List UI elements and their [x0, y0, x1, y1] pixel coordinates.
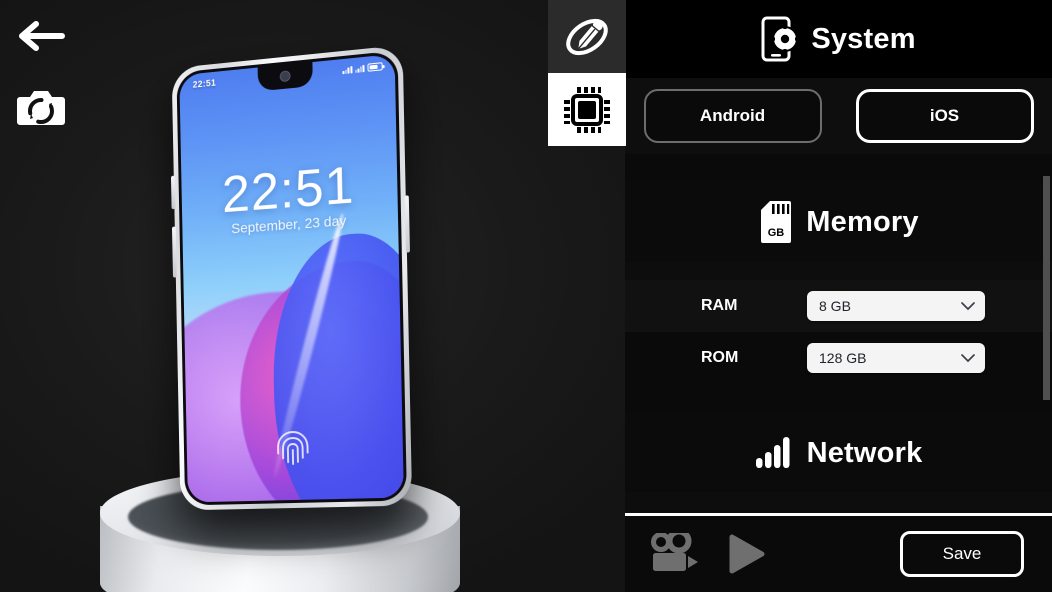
fingerprint-icon	[273, 423, 313, 466]
bottom-toolbar: Save	[625, 516, 1052, 592]
section-spacer-4	[625, 492, 1052, 515]
section-spacer-3	[625, 384, 1052, 414]
panel-scrollbar-thumb[interactable]	[1043, 176, 1050, 400]
signal-bars-icon-2	[355, 64, 365, 73]
settings-panel: System Android iOS GB Memory RAM 8 GB RO…	[625, 0, 1052, 592]
play-button[interactable]	[719, 530, 771, 578]
os-button-android-label: Android	[699, 106, 766, 125]
section-header-memory: GB Memory	[625, 182, 1052, 262]
select-ram[interactable]: 8 GB	[807, 291, 985, 321]
preview-viewport[interactable]: 22:51 22:51 September, 23 day	[0, 0, 625, 592]
section-header-network: Network	[625, 414, 1052, 492]
select-rom-value: 128 GB	[819, 350, 867, 366]
field-row-ram: RAM 8 GB	[625, 280, 1052, 332]
sd-card-gb-icon: GB	[761, 201, 792, 243]
phone-model[interactable]: 22:51 22:51 September, 23 day	[170, 44, 413, 511]
section-title-system: System	[811, 22, 916, 55]
section-title-memory: Memory	[806, 205, 919, 238]
os-button-android[interactable]: Android	[643, 89, 822, 143]
video-camera-icon	[651, 533, 698, 571]
app-root: 22:51 22:51 September, 23 day System And…	[0, 0, 1052, 592]
field-row-rom: ROM 128 GB	[625, 332, 1052, 384]
os-button-ios[interactable]: iOS	[855, 89, 1034, 143]
phone-gear-icon	[761, 16, 800, 62]
record-button[interactable]	[647, 531, 705, 577]
back-arrow-icon	[19, 21, 65, 51]
section-title-network: Network	[806, 436, 923, 469]
panel-scrollbar-track[interactable]	[1043, 0, 1052, 515]
play-icon	[729, 534, 765, 574]
tool-tab-rail	[548, 0, 626, 146]
select-ram-value: 8 GB	[819, 298, 851, 314]
statusbar-time: 22:51	[192, 77, 217, 90]
signal-bars-icon	[755, 437, 790, 468]
settings-scroll-area[interactable]: System Android iOS GB Memory RAM 8 GB RO…	[625, 0, 1052, 515]
section-spacer-2	[625, 262, 1052, 280]
phone-button-volume-up	[170, 175, 176, 210]
os-selector-row: Android iOS	[625, 78, 1052, 154]
section-spacer-1	[625, 154, 1052, 182]
front-camera-icon	[279, 70, 291, 83]
field-label-ram: RAM	[701, 297, 738, 314]
signal-bars-icon	[342, 65, 353, 75]
reset-camera-button[interactable]	[14, 82, 68, 132]
save-button[interactable]: Save	[900, 531, 1024, 577]
battery-icon	[367, 62, 383, 72]
save-button-label: Save	[942, 544, 982, 563]
statusbar-indicators	[342, 62, 383, 75]
section-header-system: System	[625, 0, 1052, 78]
phone-screen: 22:51 22:51 September, 23 day	[179, 53, 404, 503]
tab-hardware[interactable]	[548, 73, 626, 146]
select-rom[interactable]: 128 GB	[807, 343, 985, 373]
back-button[interactable]	[14, 14, 70, 58]
field-label-rom: ROM	[701, 349, 739, 366]
chevron-down-icon	[961, 302, 975, 311]
svg-text:GB: GB	[768, 227, 785, 239]
tab-design[interactable]	[548, 0, 626, 73]
chevron-down-icon	[961, 354, 975, 363]
pencil-orbit-icon	[566, 18, 608, 55]
os-button-ios-label: iOS	[929, 106, 960, 125]
camera-rotate-icon	[17, 91, 65, 125]
cpu-chip-icon	[564, 86, 610, 133]
